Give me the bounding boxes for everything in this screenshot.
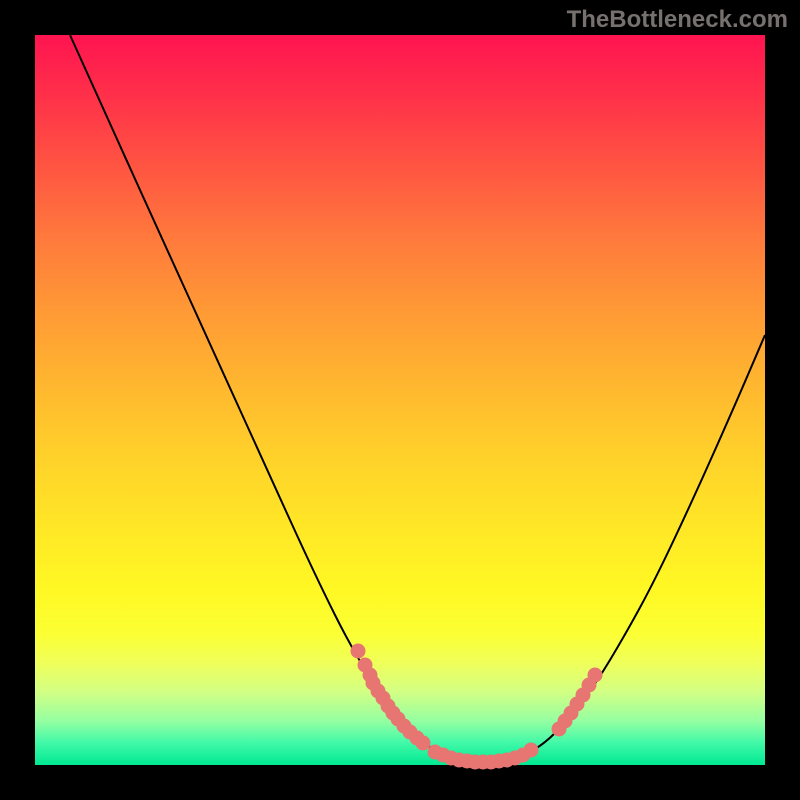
watermark-text: TheBottleneck.com [567,6,788,34]
highlight-dots [351,644,603,770]
highlight-dot [524,743,539,758]
highlight-dot [588,668,603,683]
highlight-dot [351,644,366,659]
highlight-dot [416,736,431,751]
chart-overlay [35,35,765,765]
bottleneck-curve [70,35,765,762]
